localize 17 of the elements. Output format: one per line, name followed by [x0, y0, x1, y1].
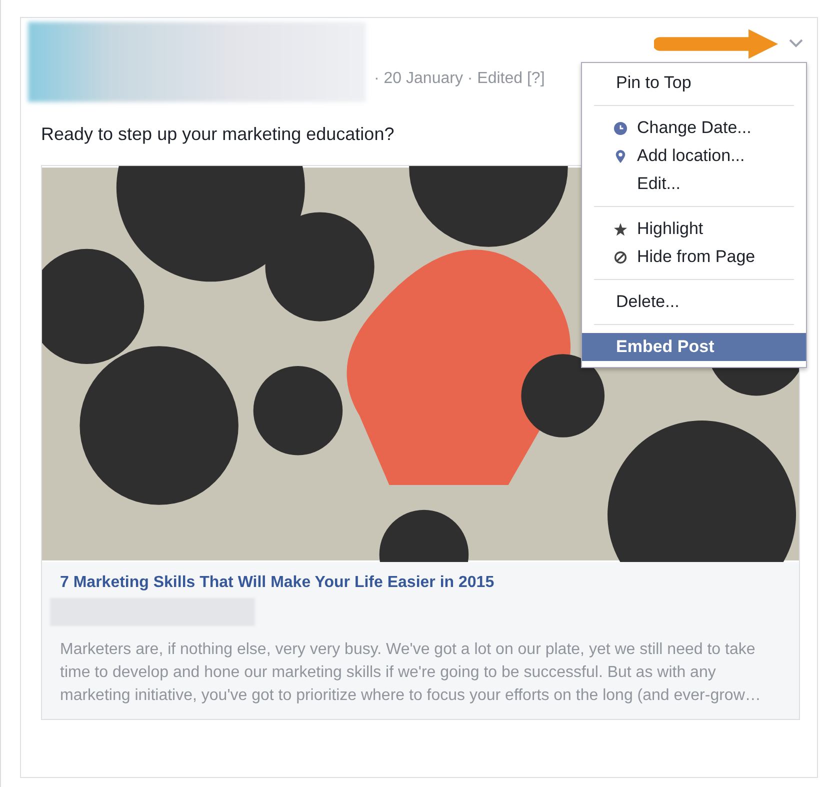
menu-item[interactable]: Embed Post [582, 333, 806, 361]
menu-item[interactable]: Highlight [582, 215, 806, 243]
link-description: Marketers are, if nothing else, very very busy. We've got a lot on our plate, yet we still need to take time to develop and hone our marketing skills if we're going to be successful. But as with any marketing initiative, you've got to prioritize where to focus your efforts on the long (and ever-grow… [60, 640, 762, 706]
clock-icon [614, 122, 627, 134]
menu-item[interactable]: Edit... [582, 170, 806, 198]
location-pin-icon [614, 150, 627, 162]
block-icon [614, 250, 627, 264]
post-text: Ready to step up your marketing education? [41, 124, 394, 145]
menu-item[interactable]: Pin to Top [582, 69, 806, 97]
chevron-down-icon[interactable] [789, 39, 803, 48]
menu-item[interactable]: Change Date... [582, 114, 806, 142]
menu-item[interactable]: Hide from Page [582, 243, 806, 271]
link-title[interactable]: 7 Marketing Skills That Will Make Your Life Easier in 2015 [60, 574, 783, 592]
menu-item[interactable]: Delete... [582, 288, 806, 316]
star-icon [614, 222, 627, 236]
menu-item[interactable]: Add location... [582, 142, 806, 170]
post-date: · 20 January · Edited [?] [374, 70, 545, 88]
